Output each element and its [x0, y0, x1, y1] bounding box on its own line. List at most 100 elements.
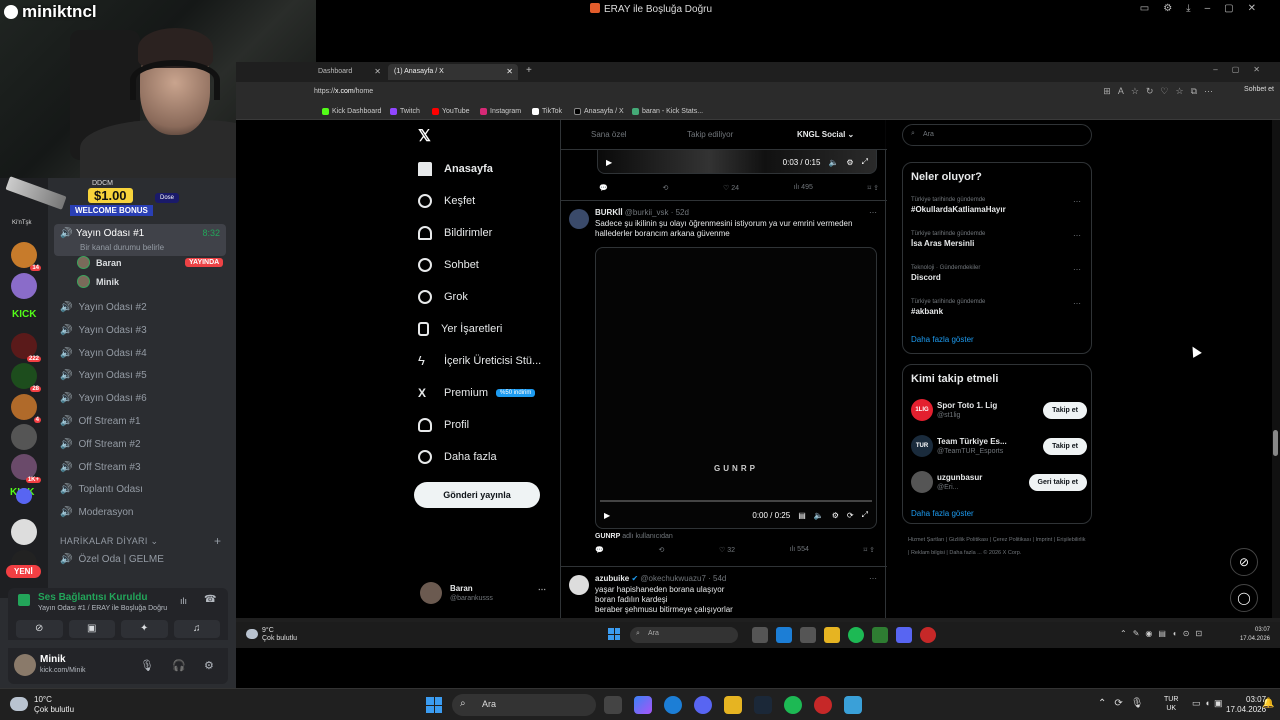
spotify-icon[interactable] [784, 696, 802, 714]
soundboard-icon[interactable]: ılı [180, 596, 187, 606]
taskbar-search-input[interactable]: ⌕ Ara [452, 694, 596, 716]
channel-category[interactable]: HARİKALAR DİYARI ⌄ + [60, 534, 221, 548]
add-channel-icon[interactable]: + [214, 534, 221, 548]
app-icon[interactable] [920, 627, 936, 643]
server-icon[interactable]: 1K+ [11, 454, 41, 483]
bookmark-icon[interactable]: ⌑ ⇪ [864, 546, 875, 554]
app-icon[interactable] [752, 627, 768, 643]
notification-icon[interactable]: 🔔 [1262, 698, 1274, 709]
discord-icon[interactable] [896, 627, 912, 643]
server-icon[interactable] [16, 488, 32, 504]
bookmark[interactable]: Anasayfa / X [574, 108, 624, 115]
voice-status[interactable]: Ses Bağlantısı Kuruldu [38, 592, 147, 603]
more-icon[interactable]: ⋯ [1073, 299, 1081, 308]
play-icon[interactable]: ▶ [604, 511, 610, 520]
nav-creator-studio[interactable]: ϟ İçerik Üreticisi Stü... [418, 354, 541, 368]
reply-icon[interactable]: 💬 [599, 184, 608, 192]
system-tray[interactable]: ⌃⟳🎙 [1098, 698, 1151, 709]
tab-for-you[interactable]: Sana özel [591, 130, 627, 139]
spotify-icon[interactable] [848, 627, 864, 643]
mic-icon[interactable]: 🎙 [140, 659, 154, 672]
bookmark-icon[interactable]: ⌑ ⇪ [868, 184, 879, 192]
fullscreen-icon[interactable]: ⤢ [862, 510, 868, 520]
follow-back-button[interactable]: Geri takip et [1028, 474, 1087, 491]
bookmark[interactable]: Twitch [390, 108, 420, 115]
browser-window-controls[interactable]: –▢✕ [1213, 65, 1274, 74]
weather-widget[interactable]: 10°C Çok bulutlu [34, 695, 74, 715]
signal-icon[interactable] [18, 594, 30, 606]
folder-icon[interactable] [724, 696, 742, 714]
tab-x-home[interactable]: (1) Anasayfa / X ✕ [388, 64, 518, 80]
voice-channel[interactable]: 🔊 Moderasyon [60, 507, 133, 518]
taskbar-search-input[interactable]: ⌕ Ara [630, 627, 738, 643]
server-label[interactable]: Ki'nTşk [12, 220, 31, 226]
trend-item[interactable]: Türkiye tarihinde gündemde #OkullardaKatl… [911, 197, 1081, 214]
follow-button[interactable]: Takip et [1043, 438, 1087, 455]
server-icon[interactable]: 14 [11, 242, 41, 271]
follow-suggestion[interactable]: TUR Team Türkiye Es... @TeamTUR_Esports … [911, 435, 1087, 461]
taskbar-clock[interactable]: 03:07 17.04.2026 [1240, 626, 1270, 644]
post-button[interactable]: Gönderi yayınla [414, 482, 540, 508]
bookmark[interactable]: Kick Dashboard [322, 108, 381, 115]
nav-premium[interactable]: X Premium %50 indirim [418, 386, 536, 400]
sohbet-button[interactable]: Sohbet et [1244, 86, 1274, 93]
settings-icon[interactable]: ⚙ [832, 511, 839, 520]
close-icon[interactable]: ✕ [506, 67, 513, 76]
activities-icon[interactable]: ✦ [121, 620, 168, 638]
server-icon[interactable] [11, 424, 37, 450]
nav-more[interactable]: Daha fazla [418, 450, 497, 464]
voice-channel[interactable]: 🔊 Yayın Odası #4 [60, 348, 147, 359]
nav-grok[interactable]: Grok [418, 290, 468, 304]
voice-channel[interactable]: 🔊 Özel Oda | GELME [60, 554, 164, 565]
retweet-icon[interactable]: ⟲ [662, 184, 668, 192]
x-footer-links[interactable]: Hizmet Şartları | Gizlilik Politikası | … [908, 534, 1088, 560]
window-controls[interactable]: ▭⚙⤓–▢✕ [1140, 3, 1270, 14]
more-icon[interactable]: ⋯ [1073, 197, 1081, 206]
app-icon[interactable] [800, 627, 816, 643]
weather-widget[interactable]: 9°C Çok bulutlu [262, 627, 297, 643]
tweet[interactable]: BURKİİ @burkii_vsk · 52d ⋯ Sadece şu iki… [561, 200, 887, 556]
trend-item[interactable]: Teknoloji · Gündemdekiler Discord ⋯ [911, 265, 1081, 282]
page-scrollbar[interactable] [1272, 120, 1280, 618]
edge-icon[interactable] [664, 696, 682, 714]
server-icon[interactable]: 222 [11, 333, 41, 362]
voice-channel[interactable]: 🔊 Yayın Odası #5 [60, 370, 147, 381]
video-progress[interactable] [600, 500, 872, 502]
captions-icon[interactable]: ▤ [798, 511, 806, 520]
avatar[interactable] [14, 654, 36, 676]
camera-off-icon[interactable]: ⊘ [16, 620, 63, 638]
tab-dashboard[interactable]: Dashboard ✕ [312, 64, 386, 80]
nav-explore[interactable]: Keşfet [418, 194, 475, 208]
disconnect-icon[interactable]: ☎ [204, 594, 216, 605]
server-icon[interactable]: 28 [11, 363, 41, 392]
channel-status[interactable]: Bir kanal durumu belirle [80, 243, 164, 252]
more-icon[interactable]: ⋯ [1073, 265, 1081, 274]
show-more-link[interactable]: Daha fazla göster [911, 335, 974, 344]
reply-icon[interactable]: 💬 [595, 546, 604, 554]
close-icon[interactable]: ✕ [374, 67, 381, 76]
retweet-icon[interactable]: ⟲ [658, 546, 664, 554]
trend-item[interactable]: Türkiye tarihinde gündemde #akbank ⋯ [911, 299, 1081, 316]
app-icon[interactable] [814, 696, 832, 714]
taskbar-clock[interactable]: 03:07 17.04.2026 [1226, 695, 1266, 715]
nav-chat[interactable]: Sohbet [418, 258, 479, 272]
views-button[interactable]: ılı 554 [790, 546, 809, 554]
app-icon[interactable] [844, 696, 862, 714]
channel-active[interactable]: 🔊 Yayın Odası #1 8:32 Bir kanal durumu b… [54, 224, 226, 256]
voice-channel[interactable]: 🔊 Yayın Odası #6 [60, 393, 147, 404]
follow-button[interactable]: Takip et [1043, 402, 1087, 419]
discord-icon[interactable] [694, 696, 712, 714]
steam-icon[interactable] [754, 696, 772, 714]
voice-channel[interactable]: 🔊 Yayın Odası #3 [60, 325, 147, 336]
url-field[interactable]: https://x.com/home [314, 88, 373, 95]
bookmark[interactable]: baran - Kick Stats... [632, 108, 703, 115]
video-attribution[interactable]: GUNRP adlı kullanıcıdan [595, 533, 673, 540]
voice-channel[interactable]: 🔊 Toplantı Odası [60, 484, 143, 495]
tweet[interactable]: azubuike ✔ @okechukwuazu7 · 54d ⋯ yaşar … [561, 566, 887, 618]
follow-suggestion[interactable]: 1LIG Spor Toto 1. Lig @st1lig Takip et [911, 399, 1087, 425]
headphones-icon[interactable]: 🎧 [172, 659, 186, 672]
volume-icon[interactable]: 🔈 [814, 511, 824, 520]
bookmark[interactable]: Instagram [480, 108, 521, 115]
folder-icon[interactable] [824, 627, 840, 643]
system-tray[interactable]: ⌃✎◉▤◖⊙⊡ [1120, 629, 1208, 638]
